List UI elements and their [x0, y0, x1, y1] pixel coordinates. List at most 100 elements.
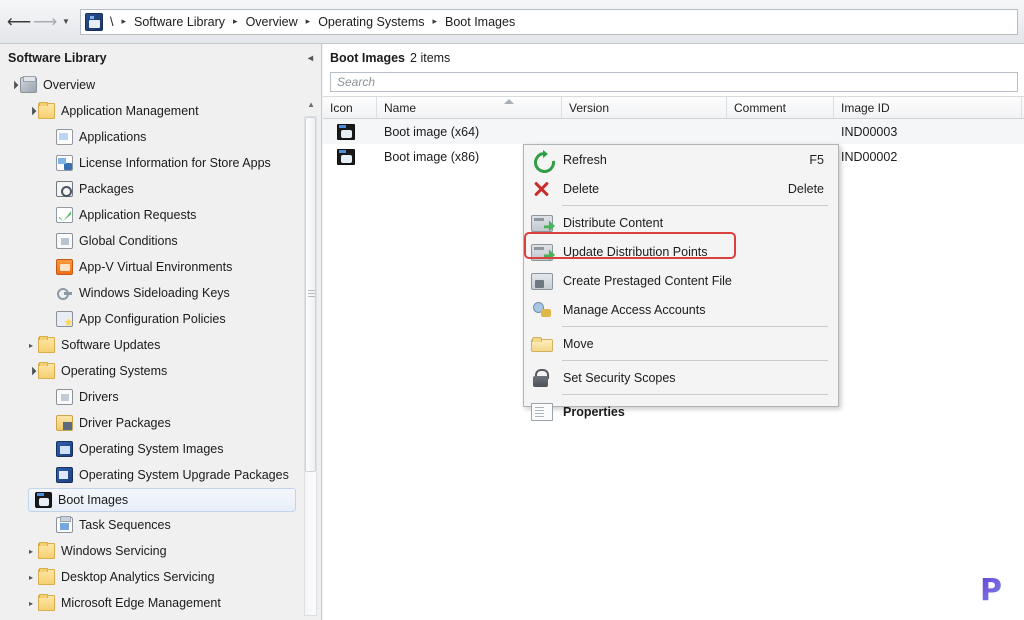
folder-icon [38, 594, 55, 611]
twisty-open-icon[interactable] [6, 81, 20, 90]
menu-item-label: Manage Access Accounts [563, 302, 706, 317]
menu-separator [562, 394, 828, 395]
sidebar-item-microsoft-edge-management[interactable]: Microsoft Edge Management [0, 590, 310, 616]
bootimg-icon [35, 492, 52, 508]
sidebar-item-boot-images[interactable]: Boot Images [28, 488, 296, 512]
menu-item-move[interactable]: Move [524, 329, 838, 358]
twisty-closed-icon[interactable] [24, 599, 38, 608]
row-icon-cell [323, 148, 377, 165]
breadcrumb-separator: ▸ [233, 16, 238, 26]
sidebar-item-software-updates[interactable]: Software Updates [0, 332, 310, 358]
menu-separator [562, 360, 828, 361]
sidebar-item-windows-servicing[interactable]: Windows Servicing [0, 538, 310, 564]
sidebar-item-driver-packages[interactable]: Driver Packages [0, 410, 310, 436]
sidebar-item-global-conditions[interactable]: Global Conditions [0, 228, 310, 254]
twisty-open-icon[interactable] [24, 107, 38, 116]
column-header-label: Name [384, 101, 417, 115]
breadcrumb-item-operating-systems[interactable]: Operating Systems [316, 15, 426, 29]
sidebar-item-drivers[interactable]: Drivers [0, 384, 310, 410]
sidebar-item-label: App-V Virtual Environments [79, 260, 233, 274]
menu-item-set-security-scopes[interactable]: Set Security Scopes [524, 363, 838, 392]
chevron-down-icon[interactable]: ▼ [58, 10, 74, 34]
arrow-right-icon[interactable]: ⟶ [32, 9, 58, 35]
column-header-label: Version [569, 101, 610, 115]
sidebar-item-application-management[interactable]: Application Management [0, 98, 310, 124]
folder-icon [38, 336, 55, 353]
sidebar-item-label: Packages [79, 182, 134, 196]
driverpkg-icon [56, 415, 73, 431]
menu-item-properties[interactable]: Properties [524, 397, 838, 426]
page-title: Boot Images 2 items [323, 44, 1024, 71]
driver-icon [56, 389, 73, 405]
menu-item-label: Set Security Scopes [563, 370, 676, 385]
cell-image-id: IND00003 [841, 124, 898, 139]
menu-item-label: Refresh [563, 152, 607, 167]
menu-item-distribute-content[interactable]: Distribute Content [524, 208, 838, 237]
scrollbar-thumb[interactable] [305, 117, 316, 472]
menu-item-refresh[interactable]: Refresh F5 [524, 145, 838, 174]
twisty-open-icon[interactable] [24, 367, 38, 376]
appconfig-icon [56, 311, 73, 327]
sidebar-item-desktop-analytics-servicing[interactable]: Desktop Analytics Servicing [0, 564, 310, 590]
sidebar-item-label: Applications [79, 130, 147, 144]
twisty-closed-icon[interactable] [24, 341, 38, 350]
sidebar-item-label: Software Updates [61, 338, 161, 352]
sidebar-item-operating-systems[interactable]: Operating Systems [0, 358, 310, 384]
apprequest-icon [56, 207, 73, 223]
sidebar-item-task-sequences[interactable]: Task Sequences [0, 512, 310, 538]
twisty-closed-icon[interactable] [24, 547, 38, 556]
search-input[interactable]: Search [330, 72, 1018, 92]
sidebar-item-license-information-for-store-apps[interactable]: License Information for Store Apps [0, 150, 310, 176]
watermark-logo: P [974, 574, 1008, 608]
prestage-icon [531, 272, 553, 290]
sidebar-item-overview[interactable]: Overview [0, 72, 310, 98]
menu-item-label: Create Prestaged Content File [563, 273, 732, 288]
sidebar-scrollbar[interactable] [304, 116, 317, 616]
scroll-up-icon[interactable]: ▲ [307, 100, 315, 109]
key-icon [56, 285, 73, 301]
sidebar-item-operating-system-upgrade-packages[interactable]: Operating System Upgrade Packages [0, 462, 310, 488]
column-header-comment[interactable]: Comment [727, 97, 834, 118]
menu-item-delete[interactable]: Delete Delete [524, 174, 838, 203]
package-icon [56, 181, 73, 197]
breadcrumb-item-software-library[interactable]: Software Library [132, 15, 227, 29]
security-icon [531, 368, 553, 388]
sidebar-item-app-configuration-policies[interactable]: App Configuration Policies [0, 306, 310, 332]
breadcrumb-item-overview[interactable]: Overview [244, 15, 300, 29]
osupgrade-icon [56, 467, 73, 483]
breadcrumb[interactable]: \ ▸ Software Library ▸ Overview ▸ Operat… [80, 8, 1018, 35]
menu-item-label: Distribute Content [563, 215, 664, 230]
table-row[interactable]: Boot image (x64) IND00003 [323, 119, 1024, 144]
sidebar-item-windows-sideloading-keys[interactable]: Windows Sideloading Keys [0, 280, 310, 306]
breadcrumb-item-boot-images[interactable]: Boot Images [443, 15, 517, 29]
breadcrumb-root[interactable]: \ [108, 15, 115, 29]
column-header-label: Comment [734, 101, 787, 115]
menu-item-manage-access-accounts[interactable]: Manage Access Accounts [524, 295, 838, 324]
arrow-left-icon[interactable]: ⟵ [6, 9, 32, 35]
context-menu[interactable]: Refresh F5 Delete Delete Distribute Content U… [523, 144, 839, 421]
sidebar-item-application-requests[interactable]: Application Requests [0, 202, 310, 228]
column-header-version[interactable]: Version [562, 97, 727, 118]
license-icon [56, 155, 73, 171]
sidebar-item-operating-system-images[interactable]: Operating System Images [0, 436, 310, 462]
scrollbar-grip-icon [308, 290, 315, 297]
chevron-left-icon[interactable]: ◂ [308, 53, 313, 64]
column-header-image-id[interactable]: Image ID [834, 97, 1022, 118]
boot-image-icon [337, 148, 355, 165]
folder-icon [38, 362, 55, 379]
navigation-tree: Overview Application Management Applicatio… [0, 72, 310, 620]
menu-item-update-distribution-points[interactable]: Update Distribution Points [524, 237, 838, 266]
sidebar-item-applications[interactable]: Applications [0, 124, 310, 150]
search-row: Search [323, 71, 1024, 96]
column-header-label: Image ID [841, 101, 890, 115]
cell-name: Boot image (x64) [384, 124, 480, 139]
appv-icon [56, 259, 73, 275]
osimage-icon [56, 441, 73, 457]
column-header-name[interactable]: Name [377, 97, 562, 118]
column-header-icon[interactable]: Icon [323, 97, 377, 118]
sidebar-item-app-v-virtual-environments[interactable]: App-V Virtual Environments [0, 254, 310, 280]
twisty-closed-icon[interactable] [24, 573, 38, 582]
menu-item-create-prestaged-content-file[interactable]: Create Prestaged Content File [524, 266, 838, 295]
server-icon [531, 214, 553, 232]
sidebar-item-packages[interactable]: Packages [0, 176, 310, 202]
